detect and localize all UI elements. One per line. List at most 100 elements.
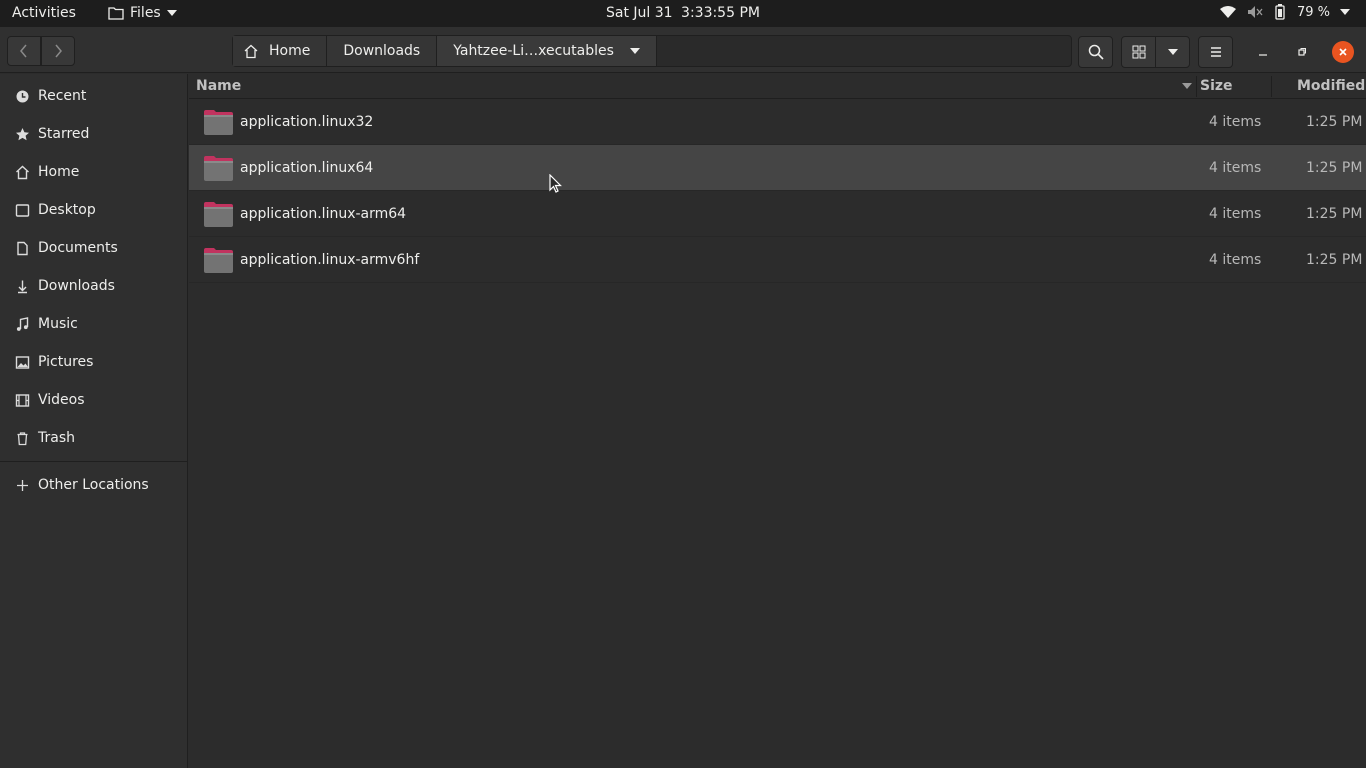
close-button[interactable] bbox=[1332, 41, 1354, 63]
file-size: 4 items bbox=[1209, 252, 1262, 268]
table-row[interactable]: application.linux64 4 items 1:25 PM bbox=[189, 145, 1366, 191]
trash-icon bbox=[14, 430, 30, 446]
battery-percentage: 79 % bbox=[1296, 4, 1330, 20]
restore-icon bbox=[1298, 48, 1306, 56]
sidebar-item-label: Videos bbox=[38, 392, 85, 408]
plus-icon bbox=[14, 477, 30, 493]
file-modified: 1:25 PM bbox=[1306, 206, 1363, 222]
home-icon bbox=[244, 44, 258, 58]
clock[interactable]: Sat Jul 31 3:33:55 PM bbox=[0, 5, 1366, 21]
hamburger-icon bbox=[1210, 47, 1221, 57]
folder-icon bbox=[204, 110, 233, 135]
search-button[interactable] bbox=[1078, 36, 1113, 68]
home-icon bbox=[14, 164, 30, 180]
column-header-name[interactable]: Name bbox=[196, 78, 241, 94]
places-sidebar: Recent Starred Home Desktop Documents Do… bbox=[0, 74, 188, 768]
file-name: application.linux32 bbox=[240, 114, 374, 130]
sidebar-item-label: Music bbox=[38, 316, 78, 332]
sidebar-item-other-locations[interactable]: Other Locations bbox=[0, 466, 187, 504]
star-icon bbox=[14, 126, 30, 142]
system-status-menu[interactable]: 79 % bbox=[1219, 4, 1350, 20]
breadcrumb-downloads[interactable]: Downloads bbox=[327, 36, 438, 66]
download-icon bbox=[14, 278, 30, 294]
file-modified: 1:25 PM bbox=[1306, 252, 1363, 268]
music-icon bbox=[14, 316, 30, 332]
restore-button[interactable] bbox=[1291, 41, 1313, 63]
document-icon bbox=[14, 240, 30, 256]
mouse-pointer-icon bbox=[549, 174, 562, 193]
wifi-icon bbox=[1219, 6, 1236, 18]
path-bar: Home Downloads Yahtzee-Li…xecutables bbox=[232, 35, 1072, 67]
folder-icon bbox=[204, 156, 233, 181]
chevron-down-icon bbox=[1340, 9, 1350, 15]
sidebar-item-label: Recent bbox=[38, 88, 87, 104]
sidebar-item-label: Downloads bbox=[38, 278, 115, 294]
sidebar-item-home[interactable]: Home bbox=[0, 153, 187, 191]
breadcrumb-label: Home bbox=[269, 43, 311, 59]
sidebar-item-music[interactable]: Music bbox=[0, 305, 187, 343]
file-modified: 1:25 PM bbox=[1306, 160, 1363, 176]
breadcrumb-home[interactable]: Home bbox=[233, 36, 328, 66]
main-menu-button[interactable] bbox=[1198, 36, 1233, 68]
sidebar-item-downloads[interactable]: Downloads bbox=[0, 267, 187, 305]
picture-icon bbox=[14, 354, 30, 370]
sidebar-separator bbox=[0, 461, 187, 462]
view-toggle-button[interactable] bbox=[1121, 36, 1156, 68]
top-bar: Activities Files Sat Jul 31 3:33:55 PM 7… bbox=[0, 0, 1366, 27]
column-header-size[interactable]: Size bbox=[1200, 78, 1233, 94]
sidebar-item-label: Trash bbox=[38, 430, 75, 446]
sidebar-item-label: Starred bbox=[38, 126, 90, 142]
sidebar-item-documents[interactable]: Documents bbox=[0, 229, 187, 267]
close-icon bbox=[1339, 48, 1347, 56]
search-icon bbox=[1088, 44, 1104, 60]
column-divider[interactable] bbox=[1271, 76, 1272, 97]
table-row[interactable]: application.linux32 4 items 1:25 PM bbox=[189, 99, 1366, 145]
forward-button[interactable] bbox=[41, 36, 75, 66]
column-divider[interactable] bbox=[1196, 76, 1197, 97]
sidebar-item-label: Documents bbox=[38, 240, 118, 256]
desktop-icon bbox=[14, 202, 30, 218]
file-size: 4 items bbox=[1209, 206, 1262, 222]
video-icon bbox=[14, 392, 30, 408]
chevron-left-icon bbox=[20, 44, 27, 58]
sidebar-item-desktop[interactable]: Desktop bbox=[0, 191, 187, 229]
back-button[interactable] bbox=[7, 36, 41, 66]
column-header-modified[interactable]: Modified bbox=[1297, 78, 1365, 94]
clock-time: 3:33:55 PM bbox=[681, 5, 760, 21]
file-modified: 1:25 PM bbox=[1306, 114, 1363, 130]
file-size: 4 items bbox=[1209, 160, 1262, 176]
sort-descending-icon bbox=[1182, 83, 1192, 89]
folder-icon bbox=[204, 202, 233, 227]
sidebar-item-videos[interactable]: Videos bbox=[0, 381, 187, 419]
sidebar-item-starred[interactable]: Starred bbox=[0, 115, 187, 153]
breadcrumb-label: Yahtzee-Li…xecutables bbox=[453, 43, 614, 59]
minimize-icon bbox=[1259, 54, 1267, 56]
column-header-row: Name Size Modified bbox=[189, 74, 1366, 99]
chevron-right-icon bbox=[55, 44, 62, 58]
clock-icon bbox=[14, 88, 30, 104]
folder-icon bbox=[204, 248, 233, 273]
sidebar-item-recent[interactable]: Recent bbox=[0, 77, 187, 115]
sidebar-item-label: Other Locations bbox=[38, 477, 149, 493]
clock-date: Sat Jul 31 bbox=[606, 5, 673, 21]
chevron-down-icon bbox=[1167, 49, 1178, 55]
file-list: Name Size Modified application.linux32 4… bbox=[189, 74, 1366, 768]
volume-muted-icon bbox=[1247, 6, 1263, 18]
sidebar-item-label: Pictures bbox=[38, 354, 94, 370]
table-row[interactable]: application.linux-arm64 4 items 1:25 PM bbox=[189, 191, 1366, 237]
file-name: application.linux-arm64 bbox=[240, 206, 407, 222]
minimize-button[interactable] bbox=[1252, 41, 1274, 63]
breadcrumb-current[interactable]: Yahtzee-Li…xecutables bbox=[437, 36, 657, 66]
file-size: 4 items bbox=[1209, 114, 1262, 130]
chevron-down-icon[interactable] bbox=[629, 48, 640, 54]
sidebar-item-trash[interactable]: Trash bbox=[0, 419, 187, 457]
file-name: application.linux-armv6hf bbox=[240, 252, 420, 268]
sidebar-item-pictures[interactable]: Pictures bbox=[0, 343, 187, 381]
file-name: application.linux64 bbox=[240, 160, 374, 176]
battery-icon bbox=[1275, 4, 1285, 20]
sidebar-item-label: Desktop bbox=[38, 202, 96, 218]
grid-view-icon bbox=[1132, 45, 1145, 59]
table-row[interactable]: application.linux-armv6hf 4 items 1:25 P… bbox=[189, 237, 1366, 283]
header-bar: Home Downloads Yahtzee-Li…xecutables bbox=[0, 27, 1366, 73]
view-options-button[interactable] bbox=[1155, 36, 1190, 68]
